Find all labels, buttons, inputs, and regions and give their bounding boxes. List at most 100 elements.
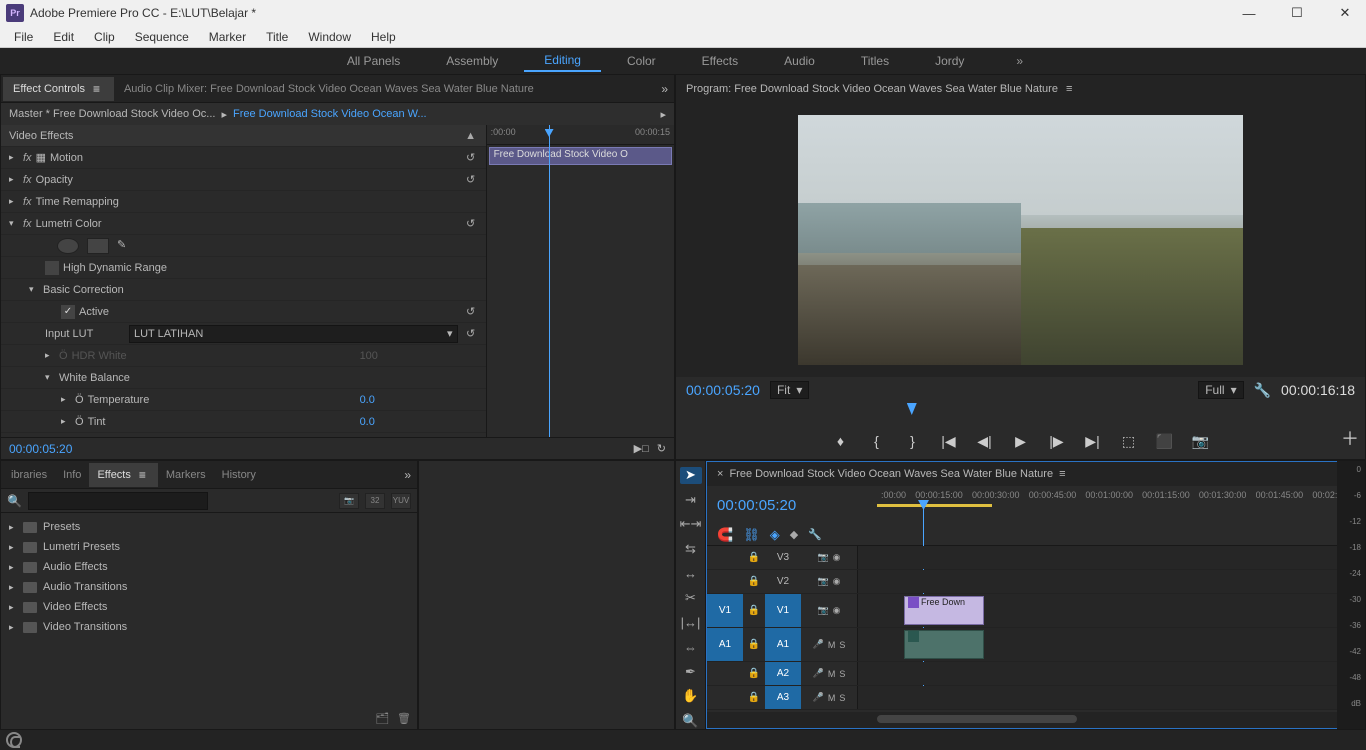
tab-info[interactable]: Info — [55, 464, 89, 486]
ws-effects[interactable]: Effects — [682, 51, 758, 71]
folder-video-transitions[interactable]: ▸Video Transitions — [1, 617, 417, 637]
track-v3[interactable]: 🔒V3 📷◉ — [707, 546, 1364, 570]
effect-controls-timeline[interactable]: :00:0000:00:15 Free Download Stock Video… — [487, 125, 674, 437]
hdr-toggle-row[interactable]: High Dynamic Range — [1, 257, 486, 279]
markers-icon[interactable]: ◈ — [770, 527, 780, 543]
button-editor-icon[interactable]: ＋ — [1341, 425, 1359, 451]
menu-clip[interactable]: Clip — [84, 30, 125, 44]
tab-markers[interactable]: Markers — [158, 464, 214, 486]
audio-clip[interactable] — [904, 630, 984, 659]
reset-icon[interactable]: ↺ — [462, 305, 480, 318]
new-bin-icon[interactable]: 🗂 — [375, 712, 389, 725]
timeline-zoom-scrollbar[interactable] — [707, 712, 1364, 728]
program-tc-left[interactable]: 00:00:05:20 — [686, 382, 760, 398]
hdr-checkbox[interactable] — [45, 261, 59, 275]
folder-audio-effects[interactable]: ▸Audio Effects — [1, 557, 417, 577]
fx-motion-row[interactable]: ▸fx ▦ Motion ↺ — [1, 147, 486, 169]
32bit-badge-icon[interactable]: 32 — [365, 493, 385, 509]
sequence-clip-link[interactable]: Free Download Stock Video Ocean W... — [233, 108, 427, 120]
fx-lumetri-row[interactable]: ▾fx Lumetri Color ↺ — [1, 213, 486, 235]
export-frame-icon[interactable]: 📷 — [1192, 432, 1210, 450]
program-video-area[interactable] — [676, 103, 1365, 377]
reset-icon[interactable]: ↺ — [462, 327, 480, 340]
close-button[interactable]: ✕ — [1330, 3, 1360, 23]
mark-out-icon[interactable]: } — [904, 432, 922, 450]
cc-sync-icon[interactable] — [6, 732, 22, 748]
tab-effects[interactable]: Effects ≡ — [89, 463, 157, 487]
menu-edit[interactable]: Edit — [43, 30, 84, 44]
mask-ellipse-icon[interactable] — [57, 238, 79, 254]
timeline-ruler[interactable]: :00:0000:00:15:0000:00:30:0000:00:45:000… — [877, 486, 1364, 524]
ws-jordy[interactable]: Jordy — [915, 51, 984, 71]
reset-icon[interactable]: ↺ — [462, 173, 480, 186]
yuv-badge-icon[interactable]: YUV — [391, 493, 411, 509]
timeline-settings-icon[interactable]: 🔧 — [808, 528, 822, 541]
ws-editing[interactable]: Editing — [524, 50, 601, 72]
basic-correction-row[interactable]: ▾ Basic Correction — [1, 279, 486, 301]
header-chevron-icon[interactable]: ▲ — [462, 130, 480, 142]
mask-pen-icon[interactable]: ✎ — [117, 238, 139, 254]
reset-icon[interactable]: ↺ — [462, 151, 480, 164]
slide-tool[interactable]: ⇔ — [680, 639, 702, 656]
menu-window[interactable]: Window — [298, 30, 361, 44]
hand-tool[interactable]: ✋ — [680, 688, 702, 705]
zoom-fit-dropdown[interactable]: Fit▾ — [770, 381, 809, 399]
extract-icon[interactable]: ⬛ — [1156, 432, 1174, 450]
snap-icon[interactable]: 🧲 — [717, 527, 733, 543]
mark-in-icon[interactable]: { — [868, 432, 886, 450]
razor-tool[interactable]: ✂ — [680, 590, 702, 607]
folder-presets[interactable]: ▸Presets — [1, 517, 417, 537]
white-balance-row[interactable]: ▾ White Balance — [1, 367, 486, 389]
effects-search-input[interactable] — [28, 492, 208, 510]
track-a1[interactable]: A1🔒A1 🎤MS — [707, 628, 1364, 662]
play-icon[interactable]: ▶ — [1012, 432, 1030, 450]
tab-libraries[interactable]: ibraries — [3, 464, 55, 486]
ec-loop-icon[interactable]: ↻ — [657, 442, 666, 455]
panel-overflow-icon[interactable]: » — [400, 468, 415, 482]
pen-tool[interactable]: ✒ — [680, 663, 702, 680]
menu-title[interactable]: Title — [256, 30, 298, 44]
minimize-button[interactable]: — — [1234, 3, 1264, 23]
accel-badge-icon[interactable]: 📷 — [339, 493, 359, 509]
panel-menu-icon[interactable]: ≡ — [1066, 83, 1072, 95]
delete-icon[interactable]: 🗑 — [397, 712, 411, 725]
timeline-timecode[interactable]: 00:00:05:20 — [707, 486, 877, 524]
rolling-edit-tool[interactable]: ⇆ — [680, 541, 702, 558]
tab-history[interactable]: History — [214, 464, 264, 486]
go-to-out-icon[interactable]: ▶| — [1084, 432, 1102, 450]
timeline-display-settings-icon[interactable]: ◆ — [790, 528, 798, 541]
program-playhead[interactable] — [907, 403, 917, 415]
program-ruler[interactable] — [686, 403, 1355, 423]
rate-stretch-tool[interactable]: ↔ — [680, 565, 702, 582]
track-a3[interactable]: 🔒A3 🎤MS — [707, 686, 1364, 710]
menu-file[interactable]: File — [4, 30, 43, 44]
ws-audio[interactable]: Audio — [764, 51, 835, 71]
ec-playhead[interactable] — [549, 125, 550, 437]
maximize-button[interactable]: ☐ — [1282, 3, 1312, 23]
folder-lumetri-presets[interactable]: ▸Lumetri Presets — [1, 537, 417, 557]
folder-video-effects[interactable]: ▸Video Effects — [1, 597, 417, 617]
ws-assembly[interactable]: Assembly — [426, 51, 518, 71]
seq-close-icon[interactable]: × — [717, 468, 723, 480]
step-back-icon[interactable]: ◀| — [976, 432, 994, 450]
resolution-dropdown[interactable]: Full▾ — [1198, 381, 1243, 399]
panel-menu-icon[interactable]: ≡ — [1059, 468, 1065, 480]
fx-time-remapping-row[interactable]: ▸fx Time Remapping — [1, 191, 486, 213]
input-lut-dropdown[interactable]: LUT LATIHAN▾ — [129, 325, 458, 343]
ws-overflow[interactable]: » — [1000, 51, 1039, 71]
lift-icon[interactable]: ⬚ — [1120, 432, 1138, 450]
active-row[interactable]: ✓ Active ↺ — [1, 301, 486, 323]
go-to-in-icon[interactable]: |◀ — [940, 432, 958, 450]
active-checkbox[interactable]: ✓ — [61, 305, 75, 319]
slip-tool[interactable]: |↔| — [680, 614, 702, 631]
mask-rect-icon[interactable] — [87, 238, 109, 254]
work-area-bar[interactable] — [877, 504, 992, 507]
zoom-tool[interactable]: 🔍 — [680, 712, 702, 729]
ec-play-icon[interactable]: ▶□ — [634, 442, 649, 455]
folder-audio-transitions[interactable]: ▸Audio Transitions — [1, 577, 417, 597]
input-lut-row[interactable]: Input LUT LUT LATIHAN▾ ↺ — [1, 323, 486, 345]
menu-help[interactable]: Help — [361, 30, 406, 44]
ws-titles[interactable]: Titles — [841, 51, 909, 71]
track-a2[interactable]: 🔒A2 🎤MS — [707, 662, 1364, 686]
ws-color[interactable]: Color — [607, 51, 676, 71]
